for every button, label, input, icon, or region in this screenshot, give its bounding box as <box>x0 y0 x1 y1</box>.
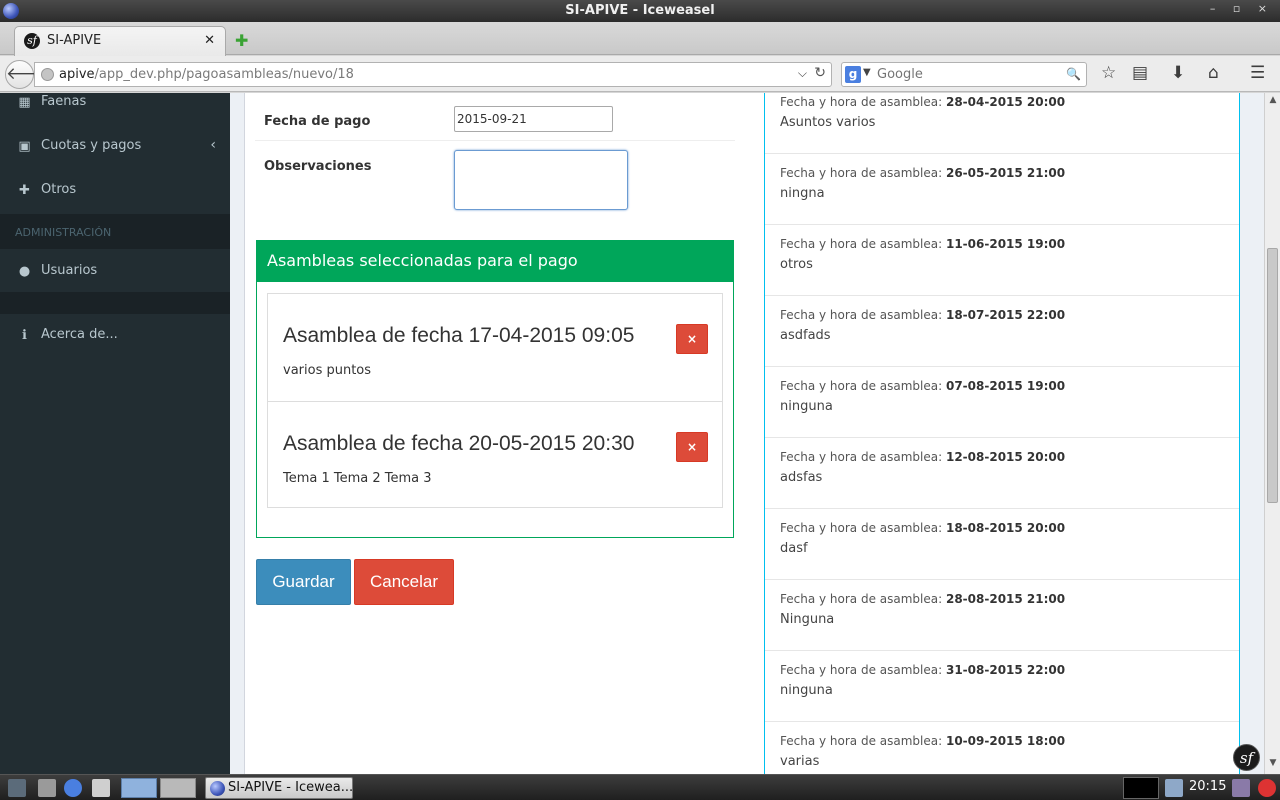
url-bar[interactable]: apive/app_dev.php/pagoasambleas/nuevo/18… <box>34 62 832 87</box>
field-separator <box>255 140 735 141</box>
selected-assemblies-title: Asambleas seleccionadas para el pago <box>257 241 733 282</box>
selected-assembly-item: Asamblea de fecha 17-04-2015 09:05 vario… <box>268 294 722 401</box>
list-item[interactable]: Fecha y hora de asamblea: 12-08-2015 20:… <box>765 438 1239 509</box>
new-tab-icon[interactable]: ✚ <box>235 31 248 50</box>
scroll-down-icon[interactable]: ▼ <box>1266 758 1280 772</box>
scroll-up-icon[interactable]: ▲ <box>1266 95 1280 109</box>
history-dropdown-icon[interactable]: ⌵ <box>798 66 807 81</box>
navigation-toolbar: 🡐 apive/app_dev.php/pagoasambleas/nuevo/… <box>0 56 1280 92</box>
window-controls[interactable]: – ▫ × <box>1210 2 1274 15</box>
globe-icon <box>41 68 54 81</box>
page-scrollbar[interactable]: ▲ ▼ <box>1264 93 1280 774</box>
observaciones-label: Observaciones <box>264 159 372 174</box>
info-icon: ℹ <box>22 328 27 343</box>
remove-assembly-button[interactable]: × <box>676 324 708 354</box>
file-manager-icon[interactable] <box>92 779 110 797</box>
payment-form-box: Fecha de pago Observaciones Asambleas se… <box>244 93 764 774</box>
taskbar: SI-APIVE - Icewea... 20:15 <box>0 774 1280 800</box>
bookmarks-list-icon[interactable]: ▤ <box>1132 63 1148 83</box>
browser-launcher-icon[interactable] <box>64 779 82 797</box>
search-tray-icon[interactable] <box>1165 779 1183 797</box>
symfony-toolbar-icon[interactable]: sf <box>1233 744 1260 771</box>
fecha-pago-input[interactable] <box>454 106 613 132</box>
back-button[interactable]: 🡐 <box>5 60 52 89</box>
menu-icon[interactable]: ☰ <box>1250 63 1265 83</box>
browser-tab-si-apive[interactable]: sf SI-APIVE ✕ <box>14 26 226 56</box>
sidebar-divider <box>0 292 230 314</box>
show-desktop-icon[interactable] <box>38 779 56 797</box>
workspace-1[interactable] <box>121 778 157 798</box>
tab-label: SI-APIVE <box>47 33 102 48</box>
engine-dropdown-icon[interactable]: ▼ <box>863 67 871 78</box>
page-viewport: ▦ Faenas ▣ Cuotas y pagos ‹ ✚ Otros ADMI… <box>0 93 1264 774</box>
power-icon[interactable] <box>1258 779 1276 797</box>
clock: 20:15 <box>1189 779 1227 794</box>
symfony-favicon-icon: sf <box>24 33 40 49</box>
url-text[interactable]: apive/app_dev.php/pagoasambleas/nuevo/18 <box>59 67 354 82</box>
money-icon: ▣ <box>18 139 31 154</box>
scrollbar-thumb[interactable] <box>1267 248 1278 503</box>
user-icon: ● <box>18 264 31 279</box>
list-item[interactable]: Fecha y hora de asamblea: 10-09-2015 18:… <box>765 722 1239 774</box>
workspace-2[interactable] <box>160 778 196 798</box>
cancel-button[interactable]: Cancelar <box>354 559 454 605</box>
close-icon: × <box>686 332 698 346</box>
cpu-monitor <box>1123 777 1159 799</box>
sidebar-item-cuotas-y-pagos[interactable]: ▣ Cuotas y pagos ‹ <box>0 126 230 170</box>
list-item[interactable]: Fecha y hora de asamblea: 18-07-2015 22:… <box>765 296 1239 367</box>
sidebar-item-usuarios[interactable]: ● Usuarios <box>0 251 230 295</box>
save-button[interactable]: Guardar <box>256 559 351 605</box>
bookmark-star-icon[interactable]: ☆ <box>1101 63 1116 83</box>
selected-assemblies-panel: Asambleas seleccionadas para el pago Asa… <box>256 240 734 538</box>
list-item[interactable]: Fecha y hora de asamblea: 18-08-2015 20:… <box>765 509 1239 580</box>
list-item[interactable]: Fecha y hora de asamblea: 26-05-2015 21:… <box>765 154 1239 225</box>
selected-assemblies-list: Asamblea de fecha 17-04-2015 09:05 vario… <box>267 293 723 508</box>
sidebar-item-acerca-de[interactable]: ℹ Acerca de... <box>0 315 230 359</box>
window-titlebar: SI-APIVE - Iceweasel – ▫ × <box>0 0 1280 22</box>
assembly-description: Tema 1 Tema 2 Tema 3 <box>283 471 432 486</box>
main-content: Fecha de pago Observaciones Asambleas se… <box>230 93 1264 774</box>
home-icon[interactable]: ⌂ <box>1208 63 1219 83</box>
start-menu-icon[interactable] <box>8 779 26 797</box>
window-title: SI-APIVE - Iceweasel <box>565 3 715 18</box>
remove-assembly-button[interactable]: × <box>676 432 708 462</box>
chevron-left-icon: ‹ <box>210 137 216 153</box>
plus-icon: ✚ <box>19 183 30 198</box>
selected-assembly-item: Asamblea de fecha 20-05-2015 20:30 Tema … <box>268 401 722 508</box>
sidebar-item-faenas[interactable]: ▦ Faenas <box>0 93 230 126</box>
taskbar-window-iceweasel[interactable]: SI-APIVE - Icewea... <box>205 777 353 799</box>
assembly-title: Asamblea de fecha 17-04-2015 09:05 <box>283 324 635 347</box>
list-item[interactable]: Fecha y hora de asamblea: 28-04-2015 20:… <box>765 93 1239 154</box>
tray-app-icon[interactable] <box>1232 779 1250 797</box>
assembly-title: Asamblea de fecha 20-05-2015 20:30 <box>283 432 635 455</box>
list-item[interactable]: Fecha y hora de asamblea: 28-08-2015 21:… <box>765 580 1239 651</box>
fecha-pago-label: Fecha de pago <box>264 114 371 129</box>
list-item[interactable]: Fecha y hora de asamblea: 07-08-2015 19:… <box>765 367 1239 438</box>
search-bar[interactable]: g ▼ 🔍 <box>841 62 1087 87</box>
list-item[interactable]: Fecha y hora de asamblea: 31-08-2015 22:… <box>765 651 1239 722</box>
sidebar: ▦ Faenas ▣ Cuotas y pagos ‹ ✚ Otros ADMI… <box>0 93 230 774</box>
search-magnifier-icon[interactable]: 🔍 <box>1066 67 1081 81</box>
downloads-icon[interactable]: ⬇ <box>1171 63 1185 83</box>
sidebar-section-header: ADMINISTRACIÓN <box>0 214 230 249</box>
observaciones-textarea[interactable] <box>454 150 628 210</box>
close-tab-icon[interactable]: ✕ <box>204 33 215 48</box>
list-item[interactable]: Fecha y hora de asamblea: 11-06-2015 19:… <box>765 225 1239 296</box>
assembly-description: varios puntos <box>283 363 372 378</box>
google-engine-icon[interactable]: g <box>845 66 861 83</box>
close-icon: × <box>686 440 698 454</box>
search-input[interactable] <box>877 65 1067 84</box>
available-assemblies-box: Fecha y hora de asamblea: 28-04-2015 20:… <box>764 93 1240 774</box>
iceweasel-icon <box>210 781 225 796</box>
sidebar-item-otros[interactable]: ✚ Otros <box>0 170 230 214</box>
reload-icon[interactable]: ↻ <box>814 65 826 81</box>
tab-strip: sf SI-APIVE ✕ ✚ <box>0 22 1280 56</box>
calendar-icon: ▦ <box>18 95 31 110</box>
